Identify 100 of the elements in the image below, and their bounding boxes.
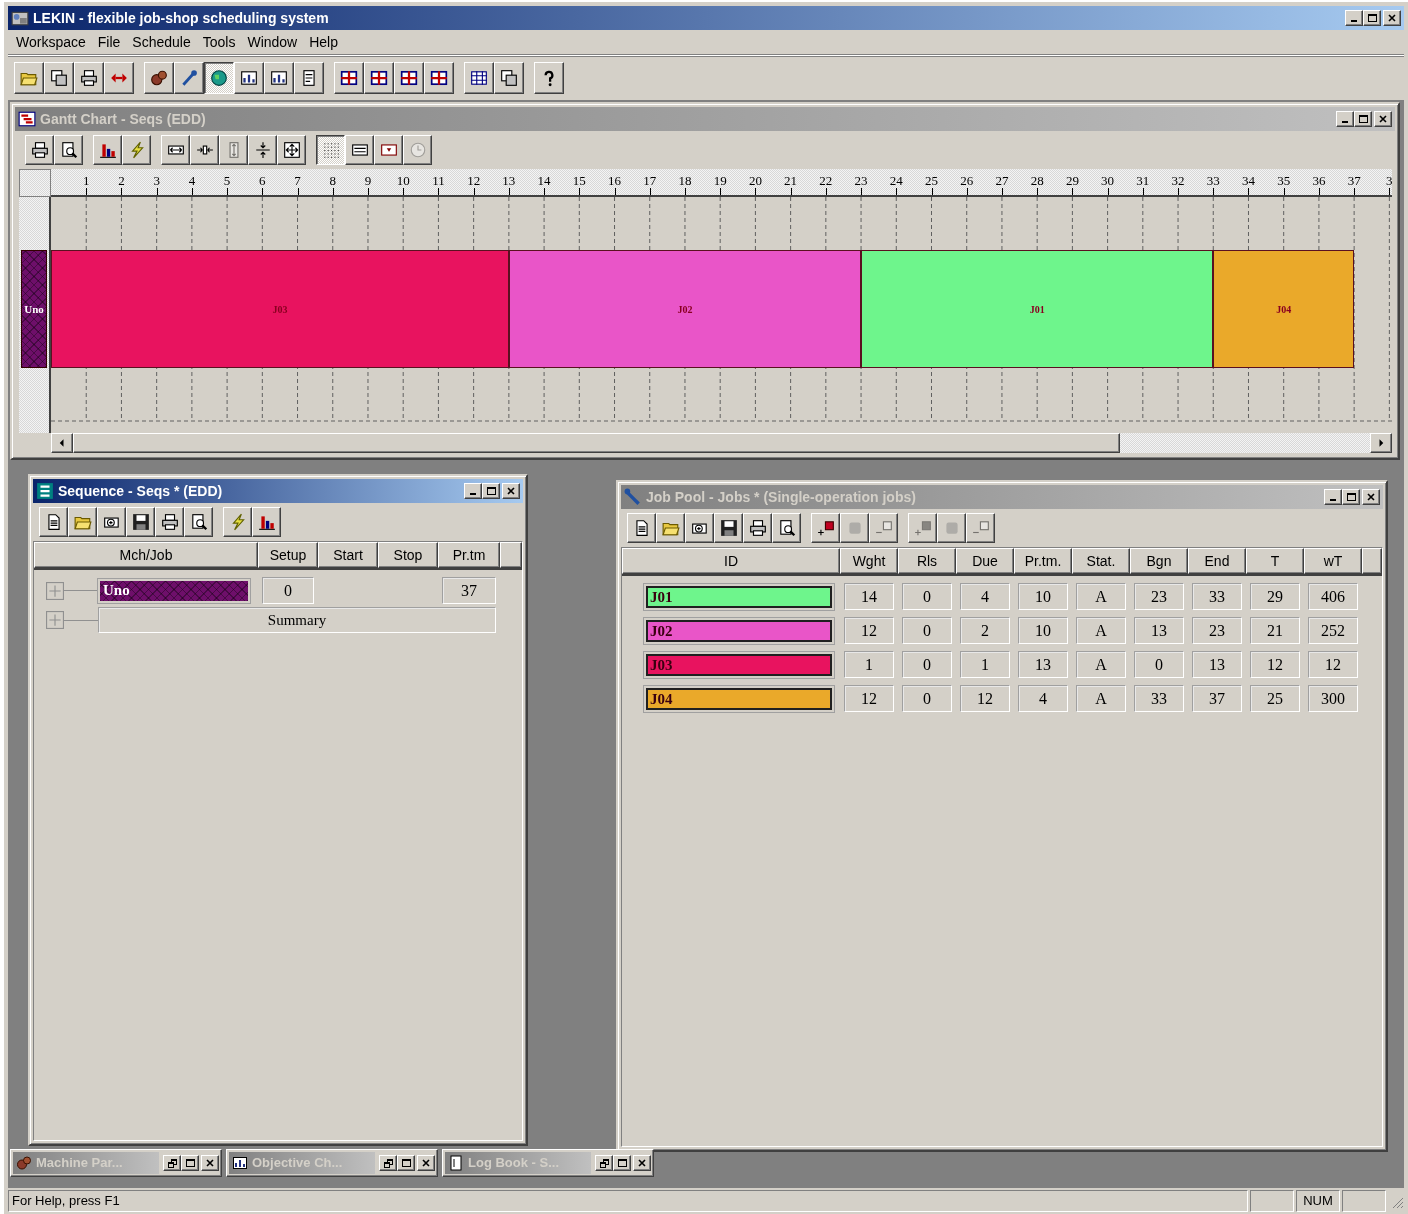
split-button[interactable] xyxy=(190,135,219,165)
card-button[interactable] xyxy=(345,135,374,165)
open-button[interactable] xyxy=(14,62,44,94)
table-cell: 13 xyxy=(1192,651,1242,678)
close-button[interactable] xyxy=(1362,489,1380,505)
minimize-button[interactable] xyxy=(1336,111,1354,127)
machines-button[interactable] xyxy=(144,62,174,94)
maximize-button[interactable] xyxy=(181,1155,199,1171)
scrollbar-thumb[interactable] xyxy=(73,433,1120,453)
bar-chart-button[interactable] xyxy=(93,135,122,165)
table-cell: 12 xyxy=(844,617,894,644)
scroll-right-button[interactable] xyxy=(1370,433,1392,453)
menu-item[interactable]: File xyxy=(91,31,127,53)
wrench-button[interactable] xyxy=(174,62,204,94)
globe-button[interactable] xyxy=(204,62,234,94)
preview-button[interactable] xyxy=(184,507,213,537)
table-button[interactable] xyxy=(334,62,364,94)
lightning-button[interactable] xyxy=(223,507,252,537)
close-button[interactable] xyxy=(417,1155,435,1171)
new-button[interactable] xyxy=(39,507,68,537)
minimize-button[interactable] xyxy=(1324,489,1342,505)
close-button[interactable] xyxy=(1383,10,1401,26)
menu-item[interactable]: Tools xyxy=(196,31,242,53)
column-header[interactable]: Mch/Job xyxy=(34,542,258,568)
arrows-button[interactable] xyxy=(104,62,134,94)
dot-grid-button[interactable] xyxy=(316,135,345,165)
bar-chart-button[interactable] xyxy=(252,507,281,537)
document-button[interactable] xyxy=(294,62,324,94)
open-button[interactable] xyxy=(68,507,97,537)
close-button[interactable] xyxy=(201,1155,219,1171)
job-id-cell[interactable]: J03 xyxy=(646,654,832,676)
chart-button[interactable] xyxy=(264,62,294,94)
table-cell: A xyxy=(1076,617,1126,644)
column-header[interactable]: Pr.tm. xyxy=(1014,548,1072,574)
column-header[interactable]: Setup xyxy=(258,542,318,568)
help-button[interactable] xyxy=(534,62,564,94)
menu-item[interactable]: Help xyxy=(303,31,344,53)
print-button[interactable] xyxy=(743,513,772,543)
lightning-button[interactable] xyxy=(122,135,151,165)
open-button[interactable] xyxy=(656,513,685,543)
column-header[interactable]: Start xyxy=(318,542,378,568)
print-button[interactable] xyxy=(25,135,54,165)
job-id-cell[interactable]: J01 xyxy=(646,586,832,608)
preview-button[interactable] xyxy=(54,135,83,165)
menu-item[interactable]: Window xyxy=(241,31,304,53)
maximize-button[interactable] xyxy=(397,1155,415,1171)
close-button[interactable] xyxy=(1374,111,1392,127)
column-header[interactable]: Pr.tm xyxy=(438,542,500,568)
close-button[interactable] xyxy=(633,1155,651,1171)
column-header[interactable]: Bgn xyxy=(1130,548,1188,574)
fit-width-button[interactable] xyxy=(161,135,190,165)
card-button[interactable] xyxy=(374,135,403,165)
add-job-button[interactable] xyxy=(811,513,840,543)
add-button[interactable] xyxy=(97,507,126,537)
job-id-cell[interactable]: J02 xyxy=(646,620,832,642)
restore-button[interactable] xyxy=(595,1155,613,1171)
column-header[interactable]: ID xyxy=(622,548,840,574)
new-button[interactable] xyxy=(627,513,656,543)
maximize-button[interactable] xyxy=(1354,111,1372,127)
chart-icon xyxy=(240,69,258,87)
table-button[interactable] xyxy=(394,62,424,94)
column-header[interactable]: End xyxy=(1188,548,1246,574)
restore-button[interactable] xyxy=(163,1155,181,1171)
column-header[interactable]: Wght xyxy=(840,548,898,574)
menu-item[interactable]: Workspace xyxy=(10,31,92,53)
column-header[interactable]: T xyxy=(1246,548,1304,574)
table-button[interactable] xyxy=(364,62,394,94)
minimize-button[interactable] xyxy=(1345,10,1363,26)
fit-all-button[interactable] xyxy=(277,135,306,165)
column-header[interactable]: Rls xyxy=(898,548,956,574)
grid-button[interactable] xyxy=(464,62,494,94)
restore-button[interactable] xyxy=(379,1155,397,1171)
fit-height-button[interactable] xyxy=(248,135,277,165)
menu-item[interactable]: Schedule xyxy=(126,31,197,53)
print-button[interactable] xyxy=(155,507,184,537)
machine-cell[interactable]: Uno xyxy=(98,578,250,603)
maximize-button[interactable] xyxy=(1342,489,1360,505)
maximize-button[interactable] xyxy=(613,1155,631,1171)
add-button[interactable] xyxy=(685,513,714,543)
summary-cell[interactable]: Summary xyxy=(98,607,496,633)
column-header[interactable]: Due xyxy=(956,548,1014,574)
scroll-left-button[interactable] xyxy=(51,433,73,453)
column-header[interactable]: wT xyxy=(1304,548,1362,574)
maximize-button[interactable] xyxy=(1363,10,1381,26)
preview-button[interactable] xyxy=(772,513,801,543)
minimize-button[interactable] xyxy=(464,483,482,499)
table-button[interactable] xyxy=(424,62,454,94)
print-button[interactable] xyxy=(74,62,104,94)
windows-button[interactable] xyxy=(494,62,524,94)
gantt-bar[interactable]: J04 xyxy=(1213,250,1355,368)
windows-button[interactable] xyxy=(44,62,74,94)
chart-button[interactable] xyxy=(234,62,264,94)
maximize-button[interactable] xyxy=(482,483,500,499)
close-button[interactable] xyxy=(502,483,520,499)
column-header[interactable]: Stop xyxy=(378,542,438,568)
column-header[interactable]: Stat. xyxy=(1072,548,1130,574)
job-id-cell[interactable]: J04 xyxy=(646,688,832,710)
save-button[interactable] xyxy=(126,507,155,537)
gantt-bar[interactable]: J01 xyxy=(861,250,1214,368)
save-button[interactable] xyxy=(714,513,743,543)
